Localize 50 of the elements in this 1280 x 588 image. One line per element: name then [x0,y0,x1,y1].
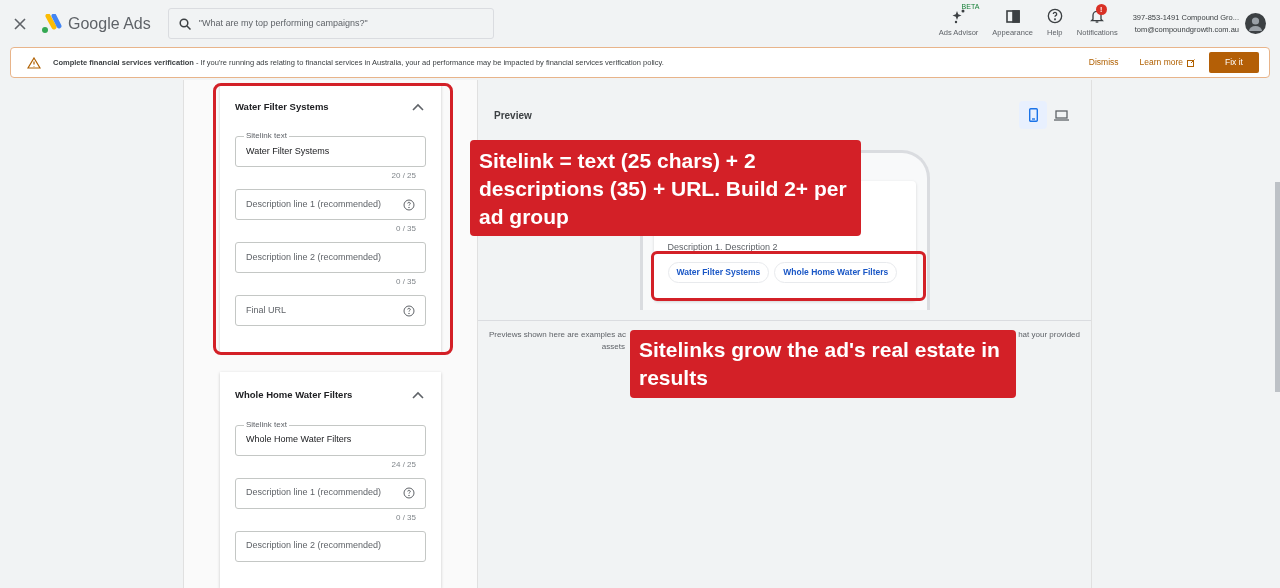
product-name: Google Ads [68,13,151,34]
input-field[interactable]: Description line 2 (recommended) [235,530,426,562]
external-link-icon [1187,58,1195,67]
phone-icon [1028,108,1038,122]
help-icon [403,198,415,211]
help-icon [403,487,415,499]
logo-icon [40,13,62,34]
character-counter: 0 / 35 [396,511,416,524]
help-icon [403,304,415,317]
bell-icon [1089,8,1106,25]
card-title: Water Filter Systems [235,100,329,114]
mobile-view-button[interactable] [1019,101,1047,129]
field-label: Sitelink text [244,419,289,430]
card-title: Whole Home Water Filters [235,388,353,403]
field-value: Whole Home Water Filters [246,433,352,447]
collapse-icon[interactable] [412,391,424,400]
preview-caption: hat your provided [1018,329,1080,341]
laptop-icon [1053,109,1069,121]
field-placeholder: Description line 1 (recommended) [246,198,382,211]
avatar-icon[interactable] [1245,13,1266,34]
character-counter: 0 / 35 [396,223,416,236]
character-counter: 0 / 35 [396,276,416,289]
preview-caption: Previews shown here are examples ac [489,329,626,341]
learn-more-link[interactable]: Learn more [1139,56,1195,69]
warning-icon [27,56,41,69]
sparkle-icon [950,8,967,25]
input-field[interactable]: Description line 2 (recommended) [235,242,426,274]
annotation-callout: Sitelinks grow the ad's real estate in results [630,330,1016,398]
input-field[interactable]: Description line 1 (recommended) [235,189,426,221]
search-icon [178,17,191,30]
field-placeholder: Final URL [246,304,286,317]
preview-title: Preview [494,108,532,123]
field-placeholder: Description line 2 (recommended) [246,251,382,264]
search-field[interactable]: "What are my top performing campaigns?" [167,8,494,39]
character-counter: 20 / 25 [391,170,416,183]
field-placeholder: Description line 2 (recommended) [246,539,382,553]
ad-description: Description 1. Description 2 [667,241,779,254]
close-icon[interactable] [14,17,26,30]
collapse-icon[interactable] [412,103,424,112]
fix-it-button[interactable]: Fix it [1209,52,1259,73]
panel-icon [1004,8,1021,25]
input-field[interactable]: Final URL [235,295,426,327]
preview-caption: assets [601,341,625,353]
field-placeholder: Description line 1 (recommended) [246,486,382,500]
field-value: Water Filter Systems [246,145,330,158]
dismiss-button[interactable]: Dismiss [1088,56,1119,69]
help-icon [1046,8,1063,25]
input-field[interactable]: Description line 1 (recommended) [235,477,426,509]
annotation-callout: Sitelink = text (25 chars) + 2 descriptions (35) + URL. Build 2+ per ad group [470,140,861,236]
character-counter: 24 / 25 [391,458,416,471]
